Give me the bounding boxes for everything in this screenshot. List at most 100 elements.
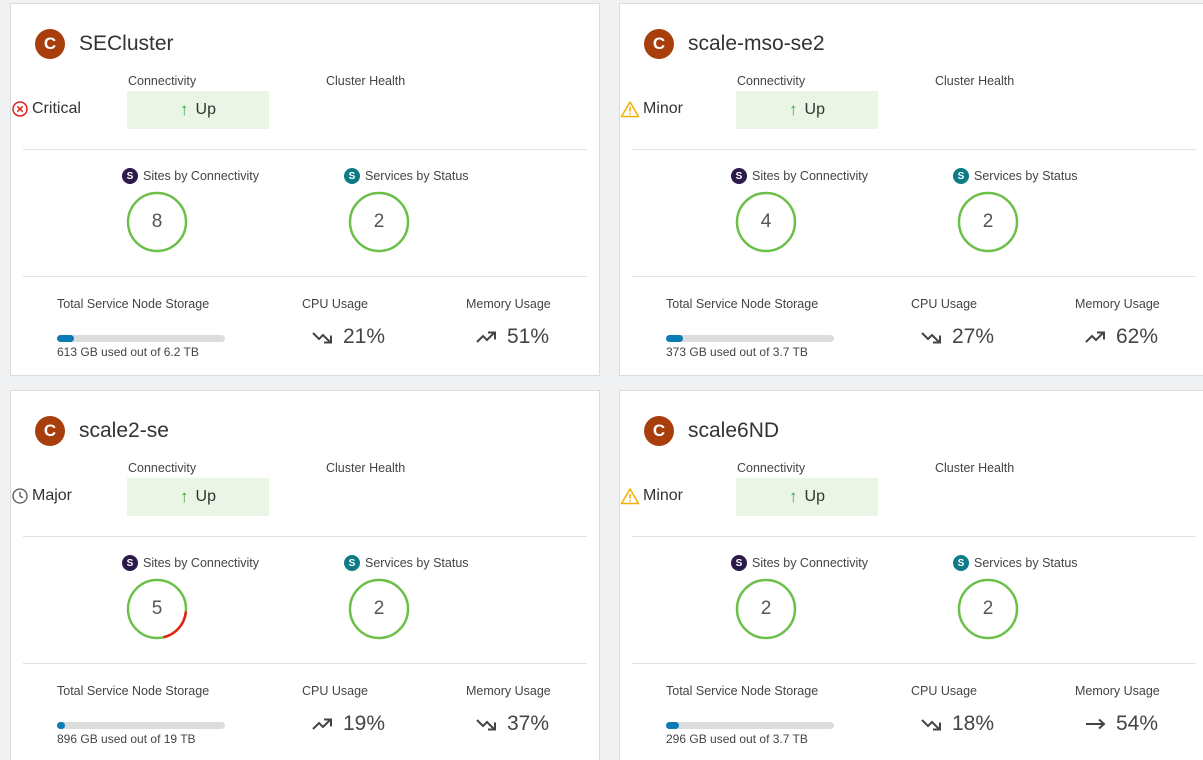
connectivity-status: ↑ Up	[736, 91, 878, 129]
services-count: 2	[373, 211, 385, 232]
memory-usage-label: Memory Usage	[466, 297, 551, 311]
arrow-up-icon: ↑	[180, 100, 189, 119]
services-count: 2	[373, 598, 385, 619]
storage-label: Total Service Node Storage	[666, 684, 819, 698]
services-badge: S	[344, 168, 360, 184]
sites-ring[interactable]: 5	[126, 578, 188, 640]
services-by-status-heading: S Services by Status	[344, 167, 469, 185]
cpu-usage: 21%	[311, 324, 385, 350]
sites-by-connectivity-heading: S Sites by Connectivity	[731, 554, 868, 572]
services-by-status-label: Services by Status	[365, 169, 469, 183]
connectivity-label: Connectivity	[128, 74, 197, 88]
sites-ring[interactable]: 4	[735, 191, 797, 253]
cluster-health-status: Major	[11, 485, 72, 507]
trend-up-icon	[1084, 329, 1108, 345]
trend-up-icon	[475, 329, 499, 345]
arrow-up-icon: ↑	[789, 487, 798, 506]
trend-down-icon	[920, 329, 944, 345]
sites-ring[interactable]: 8	[126, 191, 188, 253]
cluster-card[interactable]: C scale-mso-se2 Connectivity Cluster Hea…	[619, 3, 1203, 376]
storage-usage-text: 296 GB used out of 3.7 TB	[666, 732, 808, 746]
cpu-usage-label: CPU Usage	[911, 684, 977, 698]
cluster-health-value: Minor	[643, 100, 684, 117]
cluster-health-value: Minor	[643, 487, 684, 504]
trend-down-icon	[475, 716, 499, 732]
storage-label: Total Service Node Storage	[57, 297, 210, 311]
sites-count: 4	[760, 211, 772, 232]
sites-count: 5	[151, 598, 163, 619]
services-count: 2	[982, 598, 994, 619]
services-ring[interactable]: 2	[348, 578, 410, 640]
services-by-status-label: Services by Status	[974, 556, 1078, 570]
connectivity-label: Connectivity	[737, 461, 806, 475]
cluster-name[interactable]: scale-mso-se2	[688, 32, 825, 56]
cpu-usage: 27%	[920, 324, 994, 350]
memory-usage-label: Memory Usage	[1075, 297, 1160, 311]
trend-up-icon	[311, 716, 335, 732]
memory-usage-value: 37%	[507, 712, 550, 735]
sites-by-connectivity-heading: S Sites by Connectivity	[122, 554, 259, 572]
card-header: C scale-mso-se2	[644, 29, 825, 59]
divider	[632, 149, 1196, 150]
cpu-usage: 19%	[311, 711, 385, 737]
memory-usage-label: Memory Usage	[1075, 684, 1160, 698]
memory-usage: 62%	[1084, 324, 1158, 350]
cluster-name[interactable]: scale6ND	[688, 419, 779, 443]
memory-usage-label: Memory Usage	[466, 684, 551, 698]
cluster-avatar: C	[35, 416, 65, 446]
storage-bar	[57, 335, 225, 342]
cluster-card[interactable]: C scale2-se Connectivity Cluster Health …	[10, 390, 600, 760]
cpu-usage-label: CPU Usage	[911, 297, 977, 311]
storage-bar-fill	[666, 335, 683, 342]
services-by-status-heading: S Services by Status	[953, 554, 1078, 572]
connectivity-label: Connectivity	[737, 74, 806, 88]
card-header: C scale2-se	[35, 416, 169, 446]
sites-count: 8	[151, 211, 163, 232]
card-header: C SECluster	[35, 29, 174, 59]
cluster-name[interactable]: scale2-se	[79, 419, 169, 443]
cpu-usage-value: 27%	[952, 325, 995, 348]
divider	[23, 276, 587, 277]
storage-bar	[666, 335, 834, 342]
trend-down-icon	[311, 329, 335, 345]
cluster-health-label: Cluster Health	[326, 461, 406, 475]
divider	[23, 149, 587, 150]
connectivity-value: Up	[195, 488, 216, 505]
services-badge: S	[344, 555, 360, 571]
services-ring[interactable]: 2	[348, 191, 410, 253]
storage-bar	[666, 722, 834, 729]
sites-badge: S	[731, 168, 747, 184]
divider	[632, 276, 1196, 277]
cluster-health-status: Minor	[620, 485, 683, 507]
card-header: C scale6ND	[644, 416, 779, 446]
services-by-status-heading: S Services by Status	[344, 554, 469, 572]
cpu-usage: 18%	[920, 711, 994, 737]
connectivity-status: ↑ Up	[127, 91, 269, 129]
memory-usage-value: 51%	[507, 325, 550, 348]
cluster-health-label: Cluster Health	[935, 74, 1015, 88]
services-ring[interactable]: 2	[957, 578, 1019, 640]
trend-flat-icon	[1084, 716, 1108, 732]
services-badge: S	[953, 555, 969, 571]
services-ring[interactable]: 2	[957, 191, 1019, 253]
memory-usage: 37%	[475, 711, 549, 737]
cluster-name[interactable]: SECluster	[79, 32, 174, 56]
cpu-usage-value: 21%	[343, 325, 386, 348]
services-count: 2	[982, 211, 994, 232]
cluster-health-value: Major	[32, 487, 73, 504]
cluster-card[interactable]: C SECluster Connectivity Cluster Health …	[10, 3, 600, 376]
storage-label: Total Service Node Storage	[666, 297, 819, 311]
cpu-usage-value: 19%	[343, 712, 386, 735]
cluster-avatar: C	[35, 29, 65, 59]
critical-icon	[11, 100, 29, 118]
services-by-status-heading: S Services by Status	[953, 167, 1078, 185]
sites-ring[interactable]: 2	[735, 578, 797, 640]
cluster-avatar: C	[644, 416, 674, 446]
cluster-avatar: C	[644, 29, 674, 59]
cluster-card[interactable]: C scale6ND Connectivity Cluster Health ↑…	[619, 390, 1203, 760]
arrow-up-icon: ↑	[180, 487, 189, 506]
cluster-health-label: Cluster Health	[326, 74, 406, 88]
storage-usage-text: 613 GB used out of 6.2 TB	[57, 345, 199, 359]
trend-down-icon	[920, 716, 944, 732]
services-by-status-label: Services by Status	[365, 556, 469, 570]
